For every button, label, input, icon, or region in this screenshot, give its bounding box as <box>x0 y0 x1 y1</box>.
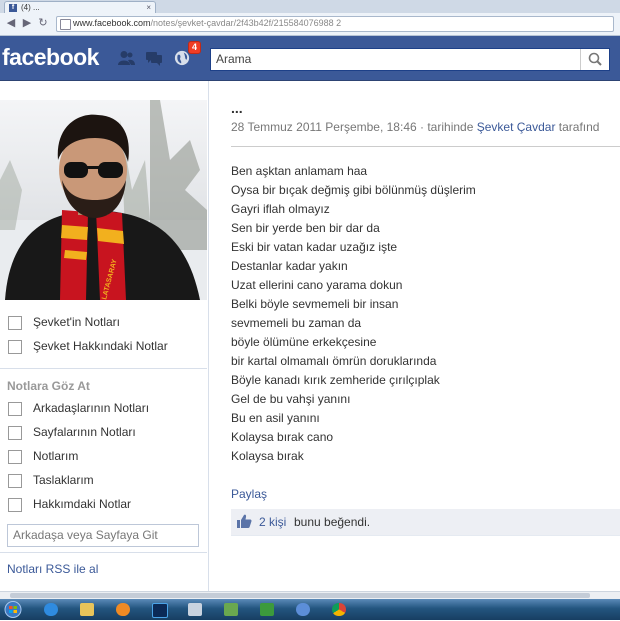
note-line: Bu en asil yanını <box>231 411 320 425</box>
windows-taskbar <box>0 599 620 620</box>
url-domain: www.facebook.com <box>73 18 151 28</box>
app-icon[interactable] <box>218 601 244 618</box>
notes-icon <box>8 426 22 440</box>
notes-icon <box>8 340 22 354</box>
profile-photo[interactable]: GALATASARAY <box>0 100 207 300</box>
media-player-icon[interactable] <box>110 601 136 618</box>
messages-icon[interactable] <box>145 50 163 66</box>
search-input[interactable] <box>211 49 576 68</box>
note-line: Kolaysa bırak cano <box>231 430 334 444</box>
likes-suffix: bunu beğendi. <box>294 515 371 529</box>
note-line: Böyle kanadı kırık zemheride çırılçıplak <box>231 373 440 387</box>
page-icon <box>60 19 71 30</box>
note-line: Oysa bir bıçak değmiş gibi bölünmüş düşl… <box>231 183 476 197</box>
facebook-favicon-icon: f <box>9 4 17 12</box>
sidebar-item-label: Taslaklarım <box>33 473 94 487</box>
note-divider <box>231 146 620 147</box>
note-line: Belki böyle sevmemeli bir insan <box>231 297 399 311</box>
scrollbar-thumb[interactable] <box>10 593 590 598</box>
note-body: Ben aşktan anlamam haa Oysa bir bıçak de… <box>231 162 476 466</box>
url-text: www.facebook.com/notes/şevket-çavdar/2f4… <box>73 18 341 28</box>
notes-icon <box>8 316 22 330</box>
search-box <box>210 48 610 71</box>
ie-icon[interactable] <box>38 601 64 618</box>
tab-title: (4) ... <box>21 3 40 12</box>
windows-orb-graphic <box>4 601 22 618</box>
sidebar-item-label: Şevket Hakkındaki Notlar <box>33 339 168 353</box>
folder-icon[interactable] <box>74 601 100 618</box>
note-author-link[interactable]: Şevket Çavdar <box>477 120 556 134</box>
note-line: Uzat ellerini cano yarama dokun <box>231 278 403 292</box>
sidebar-divider <box>0 552 207 553</box>
facebook-header: facebook 4 <box>0 36 620 81</box>
note-line: Kolaysa bırak <box>231 449 304 463</box>
note-line: Eski bir vatan kadar uzağız işte <box>231 240 398 254</box>
sidebar-item-label: Sayfalarının Notları <box>33 425 136 439</box>
note-line: Gayri iflah olmayız <box>231 202 330 216</box>
url-path: /notes/şevket-çavdar/2f43b42f/2155840769… <box>150 18 342 28</box>
sidebar-item-label: Arkadaşlarının Notları <box>33 401 150 415</box>
sidebar-item-label: Notlarım <box>33 449 79 463</box>
note-author-suffix: tarafınd <box>558 120 600 134</box>
goto-friend-or-page <box>7 524 199 547</box>
photoshop-icon[interactable] <box>146 601 172 618</box>
browse-notes-heading: Notlara Göz At <box>7 379 90 393</box>
notes-icon <box>8 474 22 488</box>
search-icon <box>588 52 602 66</box>
profile-picture-graphic: GALATASARAY <box>0 100 207 300</box>
search-button[interactable] <box>580 49 609 70</box>
note-title: ... <box>231 100 243 116</box>
likes-bar: 2 kişi bunu beğendi. <box>231 509 620 536</box>
windows-start-icon[interactable] <box>2 601 28 618</box>
note-meta: 28 Temmuz 2011 Perşembe, 18:46 · tarihin… <box>231 120 599 134</box>
note-date: 28 Temmuz 2011 Perşembe, 18:46 <box>231 120 417 134</box>
sidebar-divider <box>0 368 207 369</box>
note-date-suffix: · tarihinde <box>420 120 474 134</box>
share-link[interactable]: Paylaş <box>231 487 267 501</box>
sidebar-item-label: Şevket'in Notları <box>33 315 120 329</box>
network-icon[interactable] <box>254 601 280 618</box>
back-icon[interactable]: ◀ <box>4 16 18 30</box>
rss-link[interactable]: Notları RSS ile al <box>7 562 98 576</box>
facebook-logo[interactable]: facebook <box>2 44 99 71</box>
note-line: Ben aşktan anlamam haa <box>231 164 368 178</box>
notes-icon <box>8 450 22 464</box>
itunes-icon[interactable] <box>290 601 316 618</box>
forward-icon[interactable]: ▶ <box>20 16 34 30</box>
notes-icon <box>8 402 22 416</box>
browser-tab-strip: f (4) ... × <box>0 0 620 14</box>
note-line: sevmemeli bu zaman da <box>231 316 362 330</box>
note-line: Gel de bu vahşi yanını <box>231 392 351 406</box>
sidebar-item-label: Hakkımdaki Notlar <box>33 497 132 511</box>
browser-toolbar: ◀ ▶ ↻ www.facebook.com/notes/şevket-çavd… <box>0 13 620 36</box>
notes-icon <box>8 498 22 512</box>
likes-count-link[interactable]: 2 kişi <box>259 515 286 529</box>
left-sidebar: GALATASARAY Şevket'in Notları Şevket Hak… <box>0 81 209 591</box>
friend-requests-icon[interactable] <box>117 50 135 66</box>
chrome-icon[interactable] <box>326 601 352 618</box>
note-line: böyle ölümüne erkekçesine <box>231 335 377 349</box>
close-tab-icon[interactable]: × <box>146 3 151 12</box>
note-line: Destanlar kadar yakın <box>231 259 348 273</box>
window-icon[interactable] <box>182 601 208 618</box>
note-line: bir kartal olmamalı ömrün doruklarında <box>231 354 437 368</box>
goto-friend-or-page-input[interactable] <box>8 525 197 544</box>
reload-icon[interactable]: ↻ <box>36 16 50 30</box>
notification-count-badge[interactable]: 4 <box>188 41 202 54</box>
thumbs-up-icon[interactable] <box>236 514 252 529</box>
address-bar[interactable]: www.facebook.com/notes/şevket-çavdar/2f4… <box>56 16 614 32</box>
note-line: Sen bir yerde ben bir dar da <box>231 221 380 235</box>
